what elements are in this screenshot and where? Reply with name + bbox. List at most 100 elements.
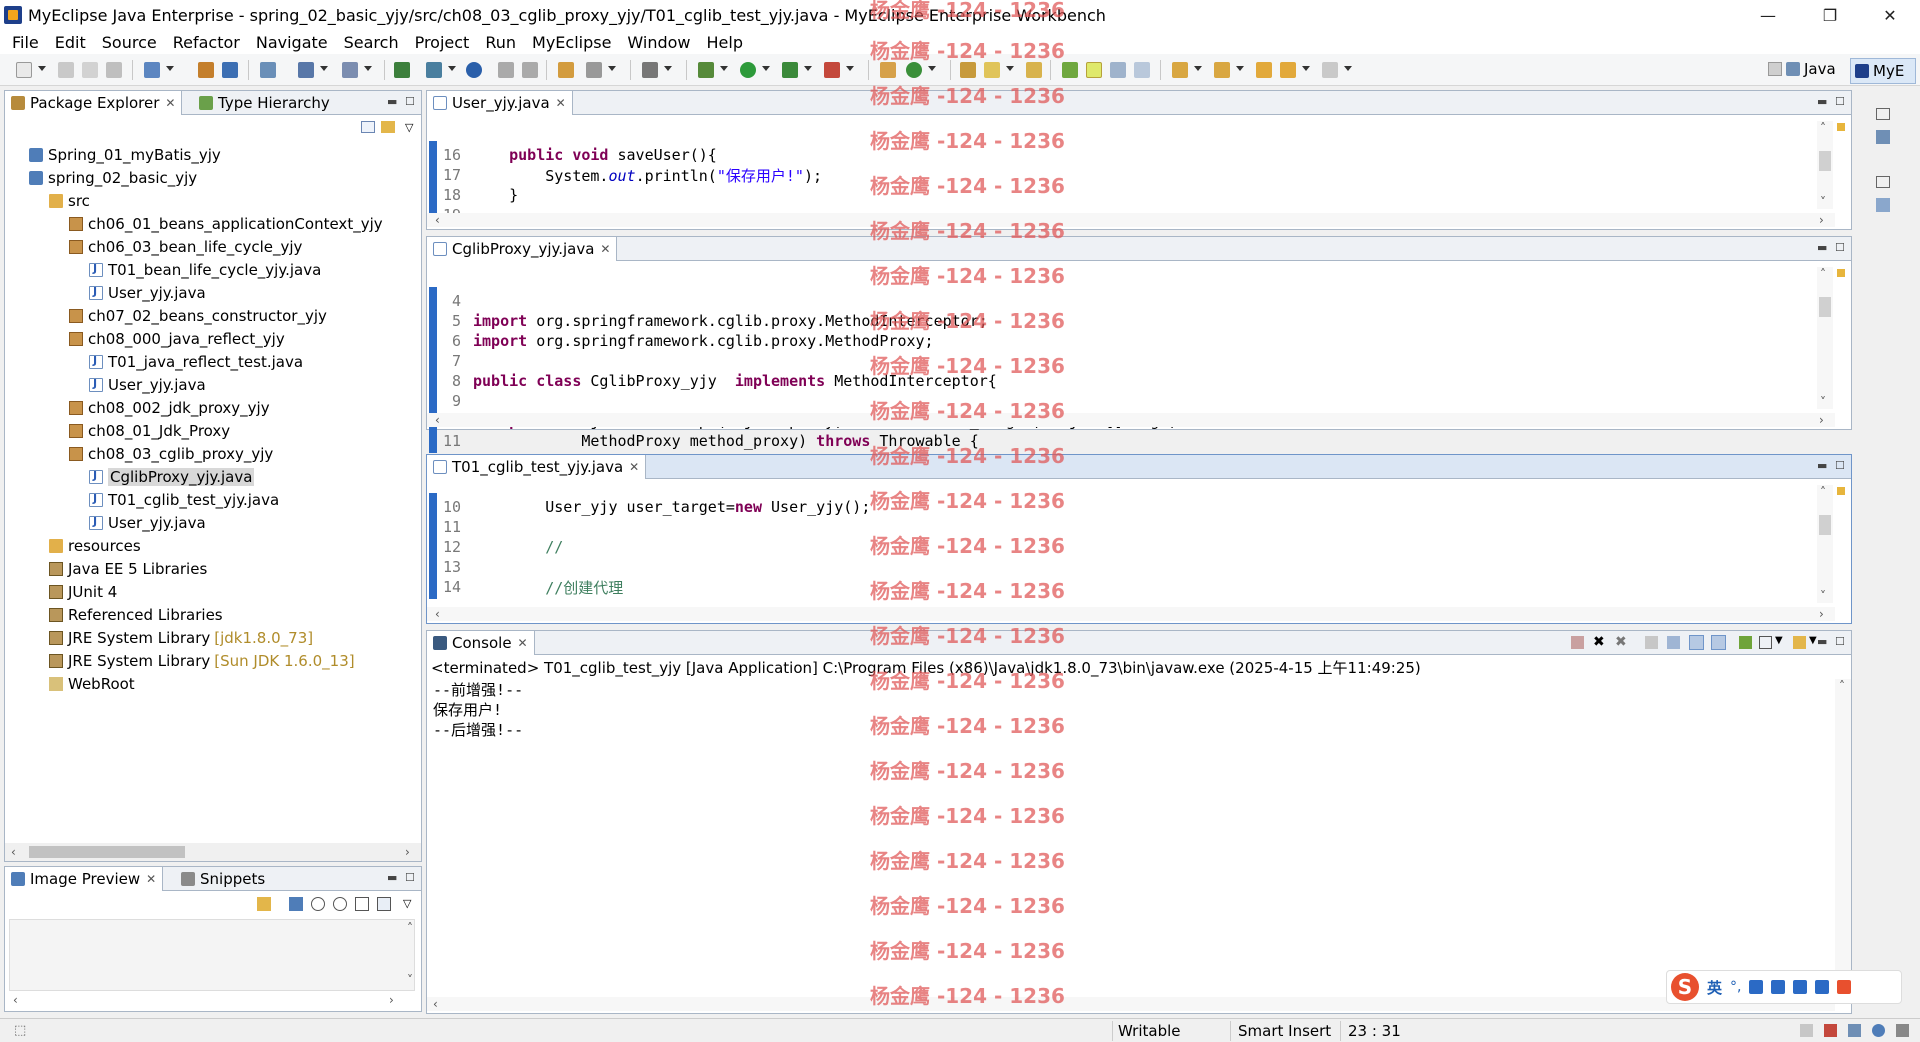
scroll-up-icon[interactable]: ˄ — [407, 921, 413, 935]
forward-dropdown-icon[interactable] — [1344, 66, 1352, 71]
editor-vertical-scrollbar[interactable]: ˄ ˅ — [1817, 121, 1833, 209]
view-menu-icon[interactable]: ▽ — [405, 121, 413, 134]
scroll-left-icon[interactable]: ‹ — [435, 213, 440, 227]
console-vertical-scrollbar[interactable]: ˄ ˅ — [1835, 679, 1851, 999]
new-web-project-dropdown-icon[interactable] — [166, 66, 174, 71]
maximize-icon[interactable]: ☐ — [405, 871, 415, 884]
tab-t01-cglib-test-yjy-java[interactable]: T01_cglib_test_yjy.java ✕ — [427, 455, 647, 479]
tree-item[interactable]: ch08_01_Jdk_Proxy — [69, 419, 230, 442]
open-type-hierarchy-icon[interactable] — [960, 62, 976, 78]
menu-window[interactable]: Window — [619, 33, 698, 52]
console-horizontal-scrollbar[interactable]: ‹ — [427, 997, 1835, 1011]
new-dropdown-icon[interactable] — [38, 66, 46, 71]
scroll-left-icon[interactable]: ‹ — [435, 413, 440, 427]
close-icon[interactable]: ✕ — [556, 96, 566, 110]
scroll-left-icon[interactable]: ‹ — [435, 607, 440, 621]
next-annotation-dropdown-icon[interactable] — [1194, 66, 1202, 71]
new-icon[interactable] — [16, 62, 32, 78]
editor-vertical-scrollbar[interactable]: ˄ ˅ — [1817, 485, 1833, 603]
run-server-icon[interactable] — [298, 62, 314, 78]
ime-mode-toggle[interactable]: 英 — [1707, 977, 1722, 998]
task-dropdown-icon[interactable] — [448, 66, 456, 71]
menu-search[interactable]: Search — [336, 33, 407, 52]
fast-view-icon[interactable]: ⬚ — [14, 1023, 26, 1038]
tray-icon[interactable] — [1800, 1024, 1813, 1037]
previous-annotation-icon[interactable] — [1214, 62, 1230, 78]
sogou-logo-icon[interactable]: S — [1671, 973, 1699, 1001]
restore-view-icon[interactable] — [1876, 108, 1890, 120]
terminal-icon[interactable] — [642, 62, 658, 78]
code-line[interactable]: 11 MethodProxy method_proxy) throws Thro… — [439, 431, 979, 451]
scroll-down-icon[interactable]: ˅ — [407, 973, 413, 987]
zoom-in-icon[interactable] — [333, 897, 347, 911]
code-line[interactable]: 14 //创建代理 — [439, 577, 623, 597]
debug-icon[interactable] — [698, 62, 714, 78]
view-menu-icon[interactable]: ▽ — [403, 897, 411, 910]
tree-item[interactable]: ch06_01_beans_applicationContext_yjy — [69, 212, 383, 235]
editor-vertical-scrollbar[interactable]: ˄ ˅ — [1817, 267, 1833, 409]
code-area[interactable]: 10 User_yjy user_target=new User_yjy(); 1… — [427, 479, 1851, 623]
close-icon[interactable]: ✕ — [146, 872, 156, 886]
new-java-package-icon[interactable] — [880, 62, 896, 78]
scroll-up-icon[interactable]: ˄ — [1820, 485, 1826, 499]
keyboard-icon[interactable] — [1771, 980, 1786, 994]
new-java-class-icon[interactable] — [906, 62, 922, 78]
maximize-icon[interactable]: ☐ — [1835, 635, 1845, 648]
scroll-down-icon[interactable]: ˅ — [1820, 395, 1826, 409]
remove-launch-icon[interactable]: ✖ — [1593, 634, 1605, 650]
scroll-up-icon[interactable]: ˄ — [1839, 679, 1845, 693]
tree-item[interactable]: src — [49, 189, 90, 212]
tab-snippets[interactable]: Snippets — [175, 867, 271, 891]
scroll-thumb[interactable] — [1819, 297, 1831, 317]
external-tools-dropdown-icon[interactable] — [846, 66, 854, 71]
close-icon[interactable]: ✕ — [600, 242, 610, 256]
tree-item[interactable]: Spring_01_myBatis_yjy — [29, 143, 221, 166]
tree-item[interactable]: User_yjy.java — [89, 281, 206, 304]
print-icon[interactable] — [106, 62, 122, 78]
save-icon[interactable] — [58, 62, 74, 78]
close-icon[interactable]: ✕ — [629, 460, 639, 474]
open-perspective-icon[interactable] — [1768, 62, 1782, 76]
globe-icon[interactable] — [466, 62, 482, 78]
menu-myeclipse[interactable]: MyEclipse — [524, 33, 619, 52]
block-selection-icon[interactable] — [1110, 62, 1126, 78]
editor-horizontal-scrollbar[interactable]: ‹ › — [427, 413, 1835, 427]
ime-menu-icon[interactable] — [1837, 980, 1852, 994]
tree-item[interactable]: User_yjy.java — [89, 511, 206, 534]
toggle-mark-occurrences-icon[interactable] — [1086, 62, 1102, 78]
search-dropdown-icon[interactable] — [1006, 66, 1014, 71]
tree-item[interactable]: JUnit 4 — [49, 580, 117, 603]
scroll-right-icon[interactable]: › — [1819, 213, 1824, 227]
close-button[interactable]: ✕ — [1862, 0, 1918, 30]
skin-icon[interactable] — [1793, 980, 1808, 994]
tree-item[interactable]: JRE System Library [jdk1.8.0_73] — [49, 626, 313, 649]
database-icon[interactable] — [260, 62, 276, 78]
image-icon[interactable] — [289, 897, 303, 911]
tab-console[interactable]: Console ✕ — [427, 631, 535, 655]
code-line[interactable]: 16 public void saveUser(){ — [439, 145, 717, 165]
tree-item[interactable]: T01_cglib_test_yjy.java — [89, 488, 279, 511]
code-line[interactable]: 11 — [439, 517, 473, 537]
scroll-up-icon[interactable]: ˄ — [1820, 267, 1826, 281]
menu-refactor[interactable]: Refactor — [165, 33, 248, 52]
display-console-dropdown-icon[interactable]: ▼ — [1775, 635, 1783, 646]
overview-ruler-marker[interactable] — [1837, 487, 1845, 495]
scroll-lock-icon[interactable] — [1667, 636, 1680, 649]
scroll-right-icon[interactable]: › — [405, 845, 410, 859]
scroll-down-icon[interactable]: ˅ — [1820, 195, 1826, 209]
editor-horizontal-scrollbar[interactable]: ‹ › — [427, 213, 1835, 227]
code-area[interactable]: 4 5 import org.springframework.cglib.proxy… — [427, 261, 1851, 453]
tree-item[interactable]: T01_java_reflect_test.java — [89, 350, 303, 373]
tree-item[interactable]: ch08_000_java_reflect_yjy — [69, 327, 285, 350]
tree-item[interactable]: ch08_002_jdk_proxy_yjy — [69, 396, 270, 419]
package-icon[interactable] — [558, 62, 574, 78]
refresh-disabled-icon[interactable] — [522, 62, 538, 78]
code-line[interactable]: 7 — [439, 351, 473, 371]
tree-item[interactable]: spring_02_basic_yjy — [29, 166, 197, 189]
perspective-java[interactable]: Java — [1786, 60, 1836, 78]
tab-cglibproxy-yjy-java[interactable]: CglibProxy_yjy.java ✕ — [427, 237, 618, 261]
code-line[interactable]: 12 // — [439, 537, 563, 557]
server-icon[interactable] — [222, 62, 238, 78]
code-line[interactable]: 5 import org.springframework.cglib.proxy.… — [439, 311, 988, 331]
tab-image-preview[interactable]: Image Preview ✕ — [5, 867, 164, 891]
